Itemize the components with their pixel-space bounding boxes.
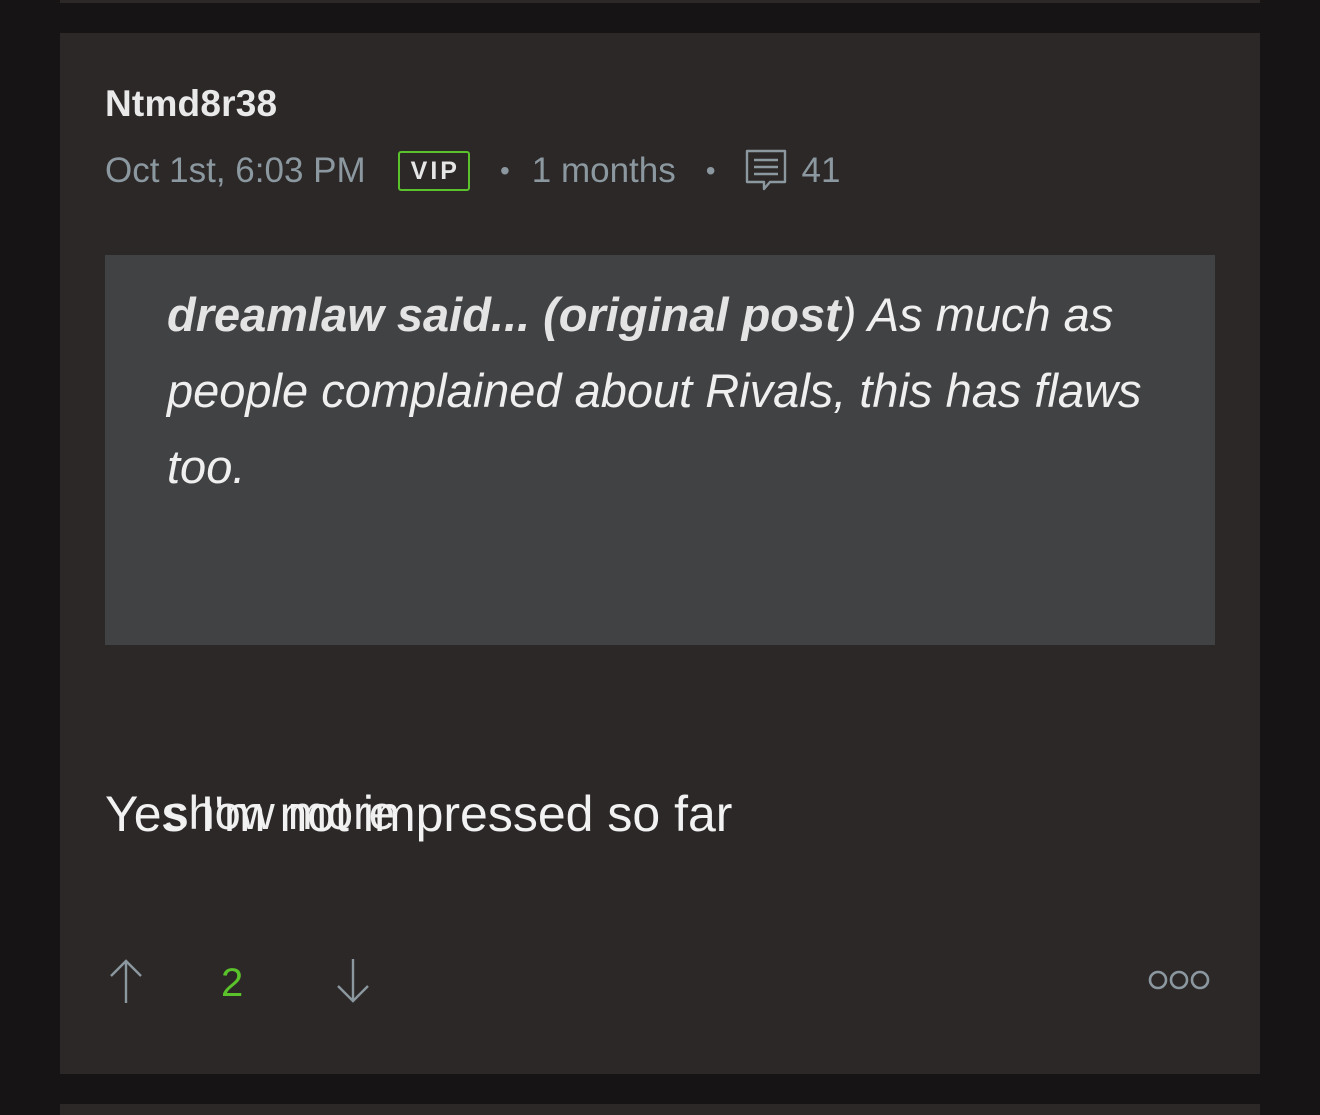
comment-icon[interactable] [744, 149, 788, 193]
quoted-post: dreamlaw said... (original post) As much… [105, 255, 1215, 839]
previous-post-card [60, 0, 1260, 3]
quote-text: dreamlaw said... (original post) As much… [167, 277, 1167, 505]
quote-author-label[interactable]: dreamlaw said... (original post [167, 288, 841, 341]
arrow-up-icon[interactable] [108, 957, 144, 1005]
quote-close-paren: ) [840, 288, 857, 341]
post-timestamp: Oct 1st, 6:03 PM [105, 151, 366, 190]
post-meta: Oct 1st, 6:03 PM VIP • 1 months • 41 [105, 149, 840, 193]
reply-count[interactable]: 41 [802, 151, 841, 191]
post-body: Yes I'm not impressed so far [105, 786, 733, 842]
vip-badge: VIP [397, 151, 470, 191]
meta-separator: • [499, 155, 510, 186]
post-username[interactable]: Ntmd8r38 [105, 83, 277, 125]
post-card: Ntmd8r38 Oct 1st, 6:03 PM VIP • 1 months… [60, 33, 1260, 1074]
meta-separator: • [705, 155, 716, 186]
more-options-icon[interactable] [1147, 967, 1211, 993]
next-post-card [60, 1104, 1260, 1115]
vote-count: 2 [221, 961, 244, 1005]
arrow-down-icon[interactable] [335, 957, 371, 1005]
post-age: 1 months [531, 151, 676, 190]
